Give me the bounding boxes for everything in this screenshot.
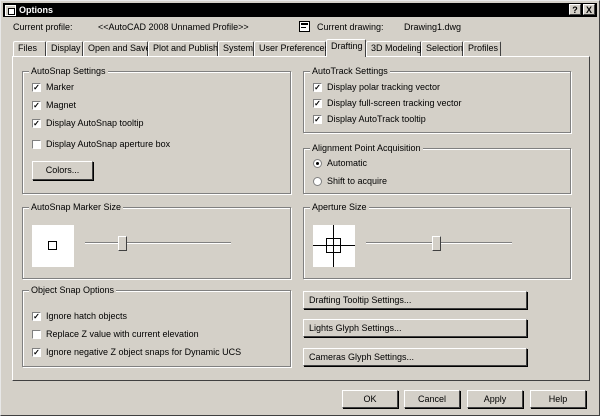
options-dialog: Options ? X Current profile: <<AutoCAD 2… xyxy=(0,0,600,416)
replace-z-checkbox[interactable] xyxy=(32,329,41,339)
apply-button[interactable]: Apply xyxy=(467,390,523,408)
alignment-point-group: Alignment Point Acquisition Automatic Sh… xyxy=(303,143,571,194)
help-button[interactable]: Help xyxy=(530,390,586,408)
autosnap-tooltip-checkbox-row[interactable]: ✓ Display AutoSnap tooltip xyxy=(32,118,144,128)
magnet-label: Magnet xyxy=(46,100,77,110)
marker-square-icon xyxy=(48,241,57,250)
marker-label: Marker xyxy=(46,82,75,92)
drafting-panel: AutoSnap Settings ✓ Marker ✓ Magnet ✓ Di… xyxy=(12,56,590,381)
current-drawing-label: Current drawing: xyxy=(317,22,384,32)
automatic-radio[interactable] xyxy=(313,158,322,168)
autotrack-settings-title: AutoTrack Settings xyxy=(310,66,390,76)
aperture-box-checkbox[interactable] xyxy=(32,139,41,149)
aperture-box-checkbox-row[interactable]: Display AutoSnap aperture box xyxy=(32,139,170,149)
current-profile-value: <<AutoCAD 2008 Unnamed Profile>> xyxy=(98,22,249,32)
shift-to-acquire-radio[interactable] xyxy=(313,176,322,186)
polar-tracking-checkbox[interactable]: ✓ xyxy=(313,82,322,92)
tab-open-and-save[interactable]: Open and Save xyxy=(83,41,151,56)
ignore-negative-z-label: Ignore negative Z object snaps for Dynam… xyxy=(46,347,242,357)
aperture-size-title: Aperture Size xyxy=(310,202,369,212)
marker-size-slider-track xyxy=(85,242,231,244)
autosnap-tooltip-label: Display AutoSnap tooltip xyxy=(46,118,144,128)
marker-checkbox[interactable]: ✓ xyxy=(32,82,41,92)
autotrack-tooltip-checkbox[interactable]: ✓ xyxy=(313,114,322,124)
current-drawing-value: Drawing1.dwg xyxy=(404,22,462,32)
shift-to-acquire-label: Shift to acquire xyxy=(327,176,388,186)
ignore-hatch-label: Ignore hatch objects xyxy=(46,311,128,321)
aperture-size-preview xyxy=(313,225,355,267)
autosnap-tooltip-checkbox[interactable]: ✓ xyxy=(32,118,41,128)
marker-size-title: AutoSnap Marker Size xyxy=(29,202,124,212)
marker-size-slider-thumb[interactable] xyxy=(118,236,127,251)
cancel-button[interactable]: Cancel xyxy=(404,390,460,408)
tab-user-preferences[interactable]: User Preferences xyxy=(254,41,329,56)
autocad-app-icon xyxy=(5,4,16,16)
automatic-label: Automatic xyxy=(327,158,368,168)
aperture-box-icon xyxy=(326,238,341,253)
aperture-size-slider[interactable] xyxy=(366,236,512,252)
tab-plot-and-publish[interactable]: Plot and Publish xyxy=(148,41,218,56)
automatic-radio-row[interactable]: Automatic xyxy=(313,158,367,168)
ignore-hatch-checkbox[interactable]: ✓ xyxy=(32,311,41,321)
fullscreen-tracking-checkbox-row[interactable]: ✓ Display full-screen tracking vector xyxy=(313,98,462,108)
colors-button[interactable]: Colors... xyxy=(32,161,93,180)
profile-info: Current profile: <<AutoCAD 2008 Unnamed … xyxy=(1,21,600,36)
ignore-hatch-checkbox-row[interactable]: ✓ Ignore hatch objects xyxy=(32,311,127,321)
fullscreen-tracking-label: Display full-screen tracking vector xyxy=(327,98,462,108)
drawing-file-icon xyxy=(299,21,310,32)
ok-button[interactable]: OK xyxy=(342,390,398,408)
shift-to-acquire-radio-row[interactable]: Shift to acquire xyxy=(313,176,387,186)
autotrack-tooltip-checkbox-row[interactable]: ✓ Display AutoTrack tooltip xyxy=(313,114,426,124)
fullscreen-tracking-checkbox[interactable]: ✓ xyxy=(313,98,322,108)
aperture-box-label: Display AutoSnap aperture box xyxy=(46,139,171,149)
ignore-negative-z-checkbox-row[interactable]: ✓ Ignore negative Z object snaps for Dyn… xyxy=(32,347,241,357)
help-question-button[interactable]: ? xyxy=(569,4,581,15)
tab-display[interactable]: Display xyxy=(46,41,83,56)
window-title: Options xyxy=(19,5,53,15)
tab-3d-modeling[interactable]: 3D Modeling xyxy=(366,41,422,56)
polar-tracking-label: Display polar tracking vector xyxy=(327,82,441,92)
tab-system[interactable]: System xyxy=(218,41,254,56)
current-profile-label: Current profile: xyxy=(13,22,73,32)
autotrack-tooltip-label: Display AutoTrack tooltip xyxy=(327,114,426,124)
magnet-checkbox-row[interactable]: ✓ Magnet xyxy=(32,100,76,110)
replace-z-checkbox-row[interactable]: Replace Z value with current elevation xyxy=(32,329,199,339)
replace-z-label: Replace Z value with current elevation xyxy=(46,329,199,339)
marker-size-preview xyxy=(32,225,74,267)
tab-selection[interactable]: Selection xyxy=(421,41,463,56)
tab-profiles[interactable]: Profiles xyxy=(463,41,501,56)
object-snap-options-group: Object Snap Options ✓ Ignore hatch objec… xyxy=(22,285,291,367)
polar-tracking-checkbox-row[interactable]: ✓ Display polar tracking vector xyxy=(313,82,440,92)
aperture-size-group: Aperture Size xyxy=(303,202,571,279)
tab-drafting[interactable]: Drafting xyxy=(326,39,366,57)
cameras-glyph-settings-button[interactable]: Cameras Glyph Settings... xyxy=(303,348,527,366)
ignore-negative-z-checkbox[interactable]: ✓ xyxy=(32,347,41,357)
marker-size-slider[interactable] xyxy=(85,236,231,252)
marker-checkbox-row[interactable]: ✓ Marker xyxy=(32,82,74,92)
marker-size-group: AutoSnap Marker Size xyxy=(22,202,291,279)
aperture-size-slider-thumb[interactable] xyxy=(432,236,441,251)
drafting-tooltip-settings-button[interactable]: Drafting Tooltip Settings... xyxy=(303,291,527,309)
lights-glyph-settings-button[interactable]: Lights Glyph Settings... xyxy=(303,319,527,337)
autotrack-settings-group: AutoTrack Settings ✓ Display polar track… xyxy=(303,66,571,133)
close-button[interactable]: X xyxy=(583,4,595,15)
title-bar[interactable]: Options ? X xyxy=(3,3,597,17)
autosnap-settings-group: AutoSnap Settings ✓ Marker ✓ Magnet ✓ Di… xyxy=(22,66,291,194)
magnet-checkbox[interactable]: ✓ xyxy=(32,100,41,110)
object-snap-options-title: Object Snap Options xyxy=(29,285,117,295)
alignment-point-title: Alignment Point Acquisition xyxy=(310,143,423,153)
autosnap-settings-title: AutoSnap Settings xyxy=(29,66,108,76)
tab-files[interactable]: Files xyxy=(13,41,46,56)
